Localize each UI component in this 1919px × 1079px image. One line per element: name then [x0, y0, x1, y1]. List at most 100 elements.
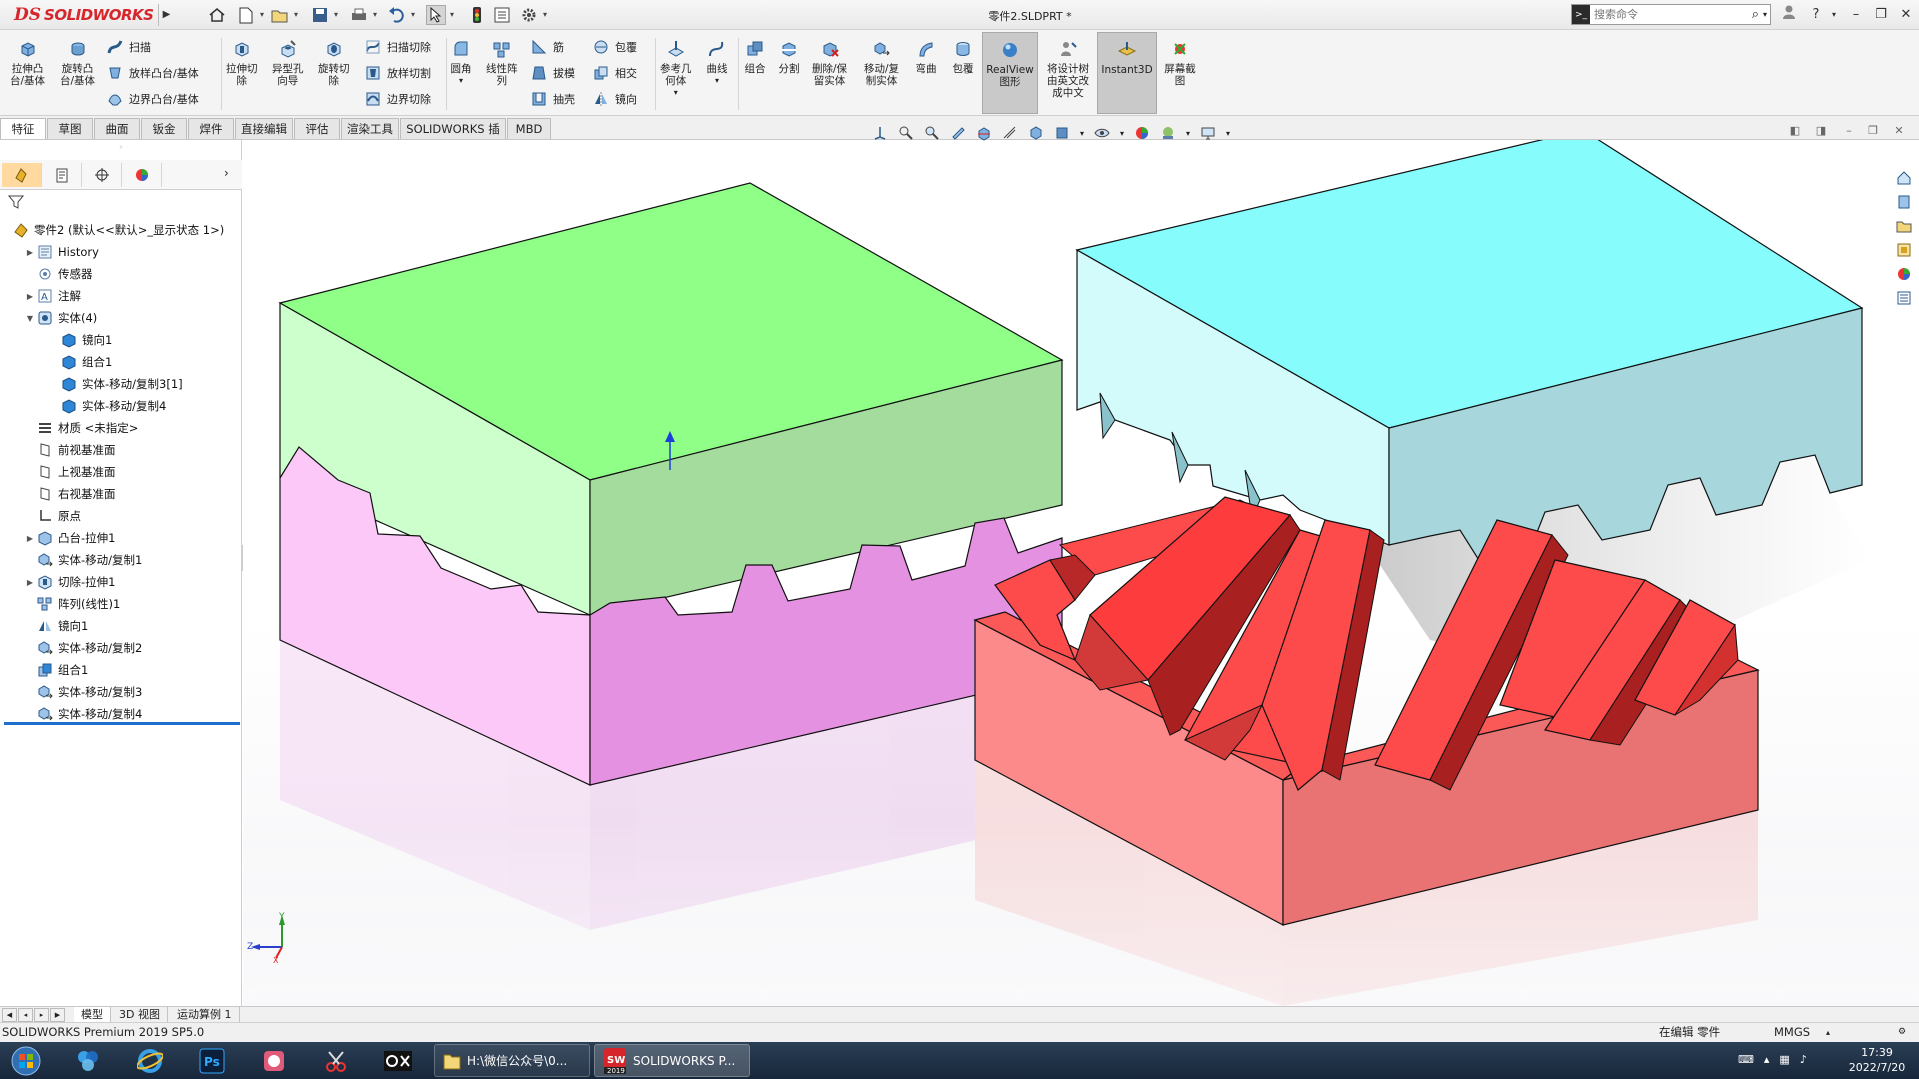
tab-7[interactable]: 渲染工具: [341, 118, 399, 139]
wrap-feature-button[interactable]: 包覆: [952, 38, 974, 75]
delete-keep-body-button[interactable]: 删除/保 留实体: [812, 38, 847, 87]
split-button[interactable]: 分割: [778, 38, 800, 75]
tab-1[interactable]: 草图: [47, 118, 93, 139]
bottom-tab-0[interactable]: 模型: [74, 1007, 111, 1023]
close-icon[interactable]: ✕: [1894, 4, 1918, 26]
move-copy-body-button[interactable]: 移动/复 制实体: [864, 38, 899, 87]
expand-arrow-icon[interactable]: ▶: [24, 292, 36, 301]
tree-item[interactable]: 上视基准面: [24, 461, 116, 483]
expand-arrow-icon[interactable]: ▼: [24, 314, 36, 323]
view-settings-icon[interactable]: [1198, 123, 1218, 143]
tree-item[interactable]: ▼ 实体(4): [24, 307, 97, 329]
taskbar-ie-icon[interactable]: [128, 1044, 172, 1077]
linear-pattern-button[interactable]: 线性阵 列: [486, 38, 518, 87]
taskbar-photoshop-icon[interactable]: Ps: [190, 1044, 234, 1077]
viewport-restore-icon[interactable]: ❐: [1864, 124, 1882, 140]
display-style-icon[interactable]: [1052, 123, 1072, 143]
tree-item[interactable]: 阵列(线性)1: [24, 593, 120, 615]
solidworks-resources-icon[interactable]: [1893, 168, 1915, 188]
sweep-button[interactable]: 扫描: [106, 36, 151, 58]
curves-dropdown-icon[interactable]: ▾: [715, 75, 719, 87]
expand-arrow-icon[interactable]: ▶: [24, 534, 36, 543]
search-dropdown-icon[interactable]: ▾: [1763, 10, 1767, 19]
network-icon[interactable]: ▦: [1779, 1053, 1789, 1069]
lofted-cut-button[interactable]: 放样切割: [364, 62, 431, 84]
panel-more-icon[interactable]: ›: [224, 166, 229, 180]
print-dropdown-icon[interactable]: ▾: [371, 9, 379, 21]
revolve-cut-button[interactable]: 旋转切 除: [318, 38, 350, 87]
hide-show-items-icon[interactable]: [1092, 123, 1112, 143]
filter-icon[interactable]: [7, 194, 28, 212]
shell-button[interactable]: 抽壳: [530, 88, 575, 110]
intersect-button[interactable]: 相交: [592, 62, 637, 84]
units-up-icon[interactable]: ▴: [1826, 1023, 1830, 1042]
system-clock[interactable]: 17:39 2022/7/20: [1835, 1045, 1919, 1075]
tab-0[interactable]: 特征: [0, 118, 46, 139]
dynamic-annotation-icon[interactable]: [1000, 123, 1020, 143]
draft-button[interactable]: 拔模: [530, 62, 575, 84]
hole-wizard-button[interactable]: 异型孔 向导: [272, 38, 304, 87]
options-gear-icon[interactable]: [519, 5, 539, 25]
solidworks-logo[interactable]: DS SOLIDWORKS: [14, 3, 154, 27]
tree-item[interactable]: 右视基准面: [24, 483, 116, 505]
boundary-cut-button[interactable]: 边界切除: [364, 88, 431, 110]
apply-scene-dropdown-icon[interactable]: ▾: [1184, 123, 1192, 143]
home-icon[interactable]: [207, 5, 227, 25]
open-folder-icon[interactable]: [270, 5, 290, 25]
restore-icon[interactable]: ❐: [1869, 4, 1893, 26]
tree-item[interactable]: ▶ 切除-拉伸1: [24, 571, 115, 593]
tree-item[interactable]: 组合1: [24, 659, 88, 681]
feature-manager-tab[interactable]: [2, 163, 42, 187]
boundary-boss-button[interactable]: 边界凸台/基体: [106, 88, 199, 110]
viewport-tile-right-icon[interactable]: ◨: [1812, 124, 1830, 140]
tree-item[interactable]: 实体-移动/复制4: [24, 703, 142, 725]
open-dropdown-icon[interactable]: ▾: [292, 9, 300, 21]
taskbar-snipping-icon[interactable]: [314, 1044, 358, 1077]
tree-item[interactable]: 实体-移动/复制4: [48, 395, 166, 417]
appearances-scenes-icon[interactable]: [1893, 264, 1915, 284]
search-icon[interactable]: ⌕: [1752, 7, 1759, 22]
translate-tree-button[interactable]: 将设计树 由英文改 成中文: [1042, 38, 1094, 99]
tab-8[interactable]: SOLIDWORKS 插件: [400, 118, 506, 156]
tree-item[interactable]: ▶ 凸台-拉伸1: [24, 527, 115, 549]
section-view-icon[interactable]: [974, 123, 994, 143]
panel-grip[interactable]: ◦: [0, 143, 242, 155]
options-dropdown-icon[interactable]: ▾: [541, 9, 549, 21]
tab-5[interactable]: 直接编辑: [235, 118, 293, 139]
taskbar-capture-icon[interactable]: [252, 1044, 296, 1077]
tree-item[interactable]: 材质 <未指定>: [24, 417, 138, 439]
viewport-minimize-icon[interactable]: –: [1840, 124, 1858, 140]
volume-icon[interactable]: ♪: [1800, 1053, 1807, 1069]
save-dropdown-icon[interactable]: ▾: [332, 9, 340, 21]
reference-geometry-button[interactable]: 参考几 何体 ▾: [660, 38, 692, 99]
view-palette-icon[interactable]: [1893, 240, 1915, 260]
edit-appearance-icon[interactable]: [1132, 123, 1152, 143]
curves-button[interactable]: 曲线 ▾: [706, 38, 728, 87]
viewport-close-icon[interactable]: ✕: [1890, 124, 1908, 140]
custom-properties-icon[interactable]: [1893, 288, 1915, 308]
fillet-button[interactable]: 圆角 ▾: [450, 38, 472, 87]
status-gear-icon[interactable]: ⚙: [1898, 1023, 1906, 1042]
mirror-button[interactable]: 镜向: [592, 88, 637, 110]
zoom-to-fit-icon[interactable]: [896, 123, 916, 143]
new-document-icon[interactable]: [236, 5, 256, 25]
tree-item[interactable]: ▶ History: [24, 241, 99, 263]
display-style-dropdown-icon[interactable]: ▾: [1078, 123, 1086, 143]
instant3d-button[interactable]: Instant3D: [1097, 32, 1157, 114]
tray-arrow-icon[interactable]: ▴: [1764, 1053, 1770, 1069]
taskbar-obs-icon[interactable]: [376, 1044, 420, 1077]
search-input[interactable]: [1590, 6, 1730, 23]
tree-item[interactable]: 实体-移动/复制3[1]: [48, 373, 183, 395]
extrude-cut-button[interactable]: 拉伸切 除: [226, 38, 258, 87]
view-orientation-icon[interactable]: [870, 123, 890, 143]
tree-item[interactable]: 镜向1: [24, 615, 88, 637]
tree-item[interactable]: 镜向1: [48, 329, 112, 351]
tree-item[interactable]: 实体-移动/复制2: [24, 637, 142, 659]
tree-item[interactable]: 组合1: [48, 351, 112, 373]
rib-button[interactable]: 筋: [530, 36, 564, 58]
expand-arrow-icon[interactable]: ▶: [24, 578, 36, 587]
hide-show-dropdown-icon[interactable]: ▾: [1118, 123, 1126, 143]
undo-icon[interactable]: [387, 5, 407, 25]
taskbar-explorer-window[interactable]: H:\微信公众号\0...: [434, 1044, 590, 1077]
design-library-icon[interactable]: [1893, 192, 1915, 212]
